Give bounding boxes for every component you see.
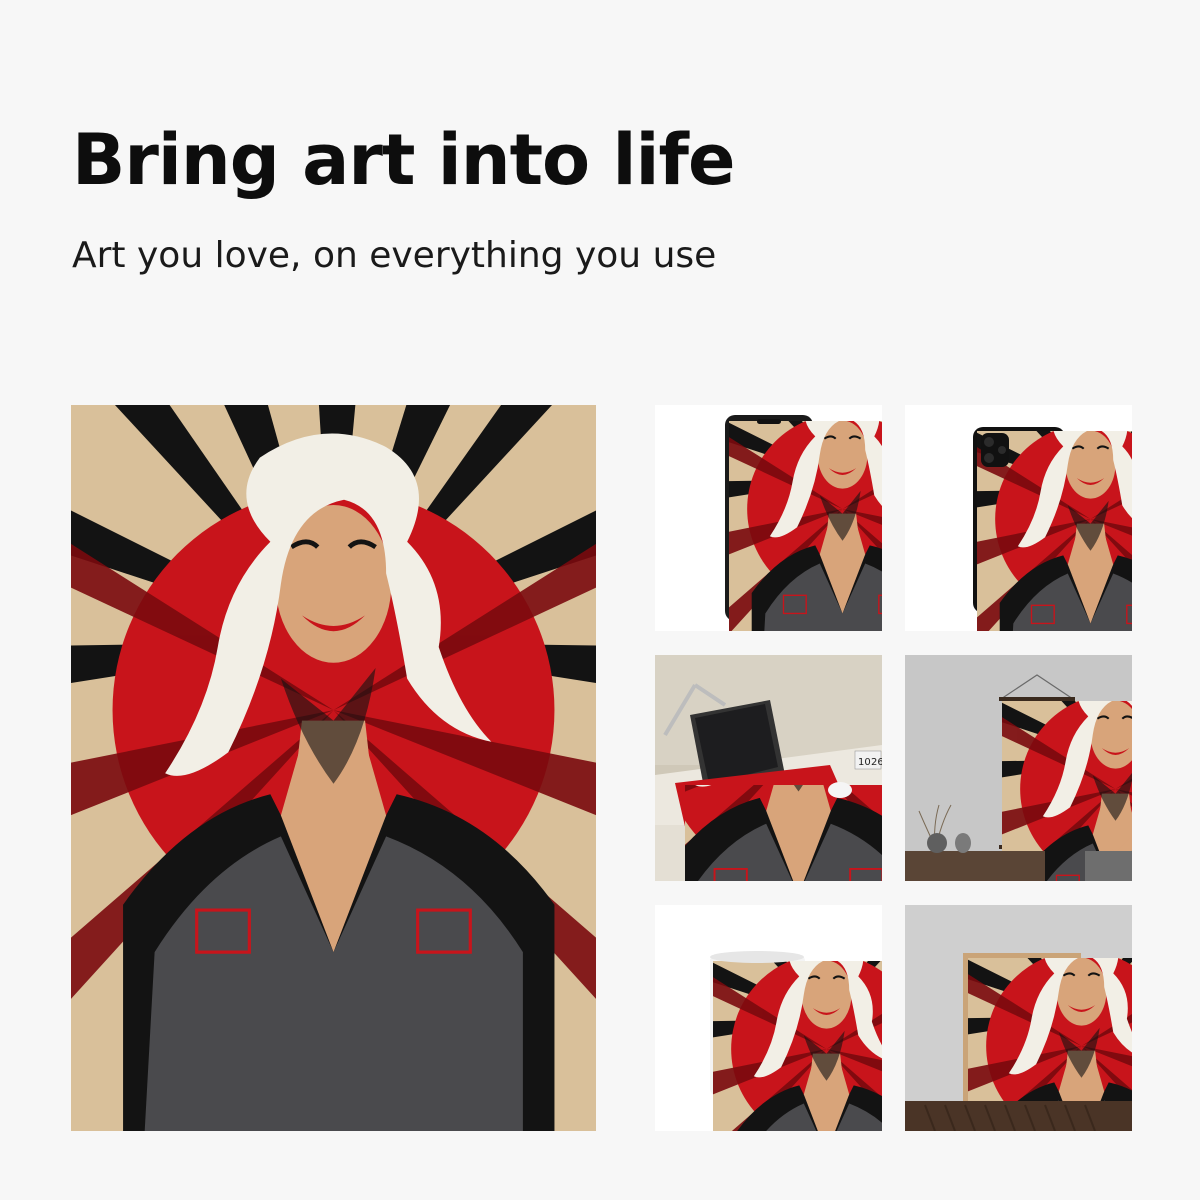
- hanging-poster-mockup[interactable]: [905, 655, 1132, 881]
- calendar-left-digit: 10: [858, 757, 871, 768]
- phone-front-image: [655, 405, 882, 631]
- mug-image: [655, 905, 882, 1131]
- phone-front-mockup[interactable]: [655, 405, 882, 631]
- hero-artwork[interactable]: [71, 405, 596, 1131]
- artwork-image: [71, 405, 596, 1131]
- hanging-poster-image: [905, 655, 1132, 881]
- calendar-right-digit: 26: [871, 757, 882, 768]
- desk-scene-image: 10 26: [655, 655, 882, 881]
- phone-case-image: [905, 405, 1132, 631]
- phone-case-back-mockup[interactable]: [905, 405, 1132, 631]
- framed-print-mockup[interactable]: [905, 905, 1132, 1131]
- desk-mousepad-mockup[interactable]: 10 26: [655, 655, 882, 881]
- coffee-mug-mockup[interactable]: [655, 905, 882, 1131]
- framed-print-image: [905, 905, 1132, 1131]
- page-title: Bring art into life: [72, 119, 735, 201]
- page-subtitle: Art you love, on everything you use: [72, 235, 717, 276]
